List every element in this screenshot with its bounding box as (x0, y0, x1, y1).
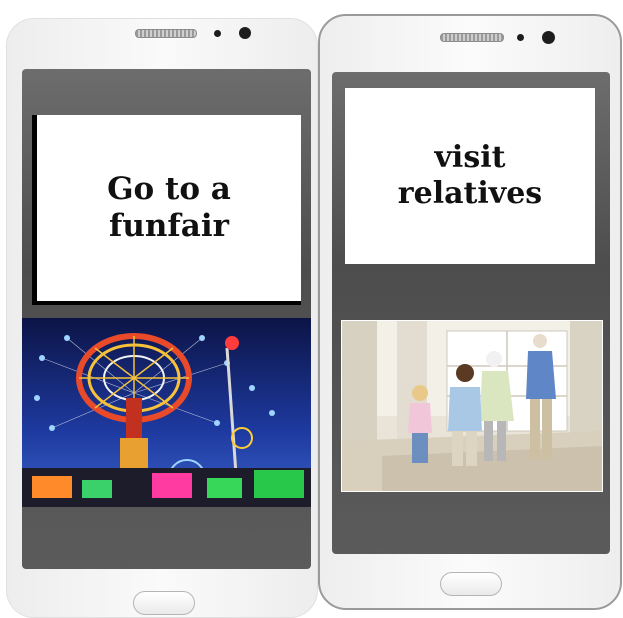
card-label: visit relatives (397, 140, 543, 211)
home-button[interactable] (440, 572, 502, 596)
front-camera (239, 27, 251, 39)
left-screen: Go to a funfair (22, 69, 311, 569)
speaker-grille (135, 29, 197, 38)
activity-card-relatives[interactable]: visit relatives (345, 88, 595, 264)
speaker-grille (440, 33, 504, 42)
card-label: Go to a funfair (107, 171, 231, 244)
right-phone: visit relatives (318, 14, 622, 610)
sensor-dot (214, 30, 221, 37)
funfair-photo (22, 318, 311, 507)
right-screen: visit relatives (332, 72, 610, 554)
family-photo (341, 320, 603, 492)
sensor-dot (517, 34, 524, 41)
left-phone: Go to a funfair (6, 18, 318, 618)
activity-card-funfair[interactable]: Go to a funfair (32, 115, 301, 305)
home-button[interactable] (133, 591, 195, 615)
front-camera (542, 31, 555, 44)
